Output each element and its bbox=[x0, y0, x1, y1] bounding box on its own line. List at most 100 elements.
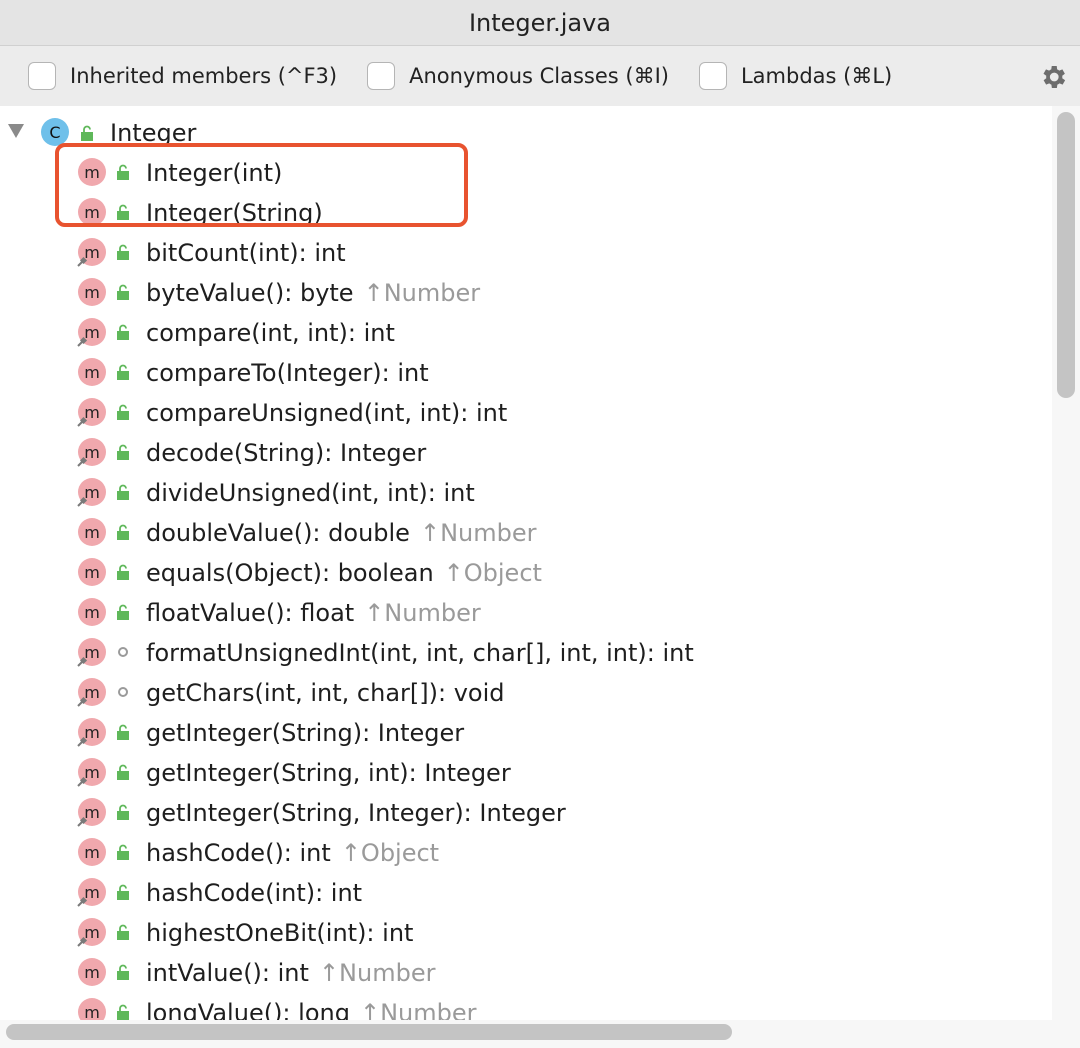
option-inherited-members[interactable]: Inherited members (^F3) bbox=[28, 62, 337, 90]
public-lock-icon bbox=[117, 724, 129, 740]
member-label: floatValue(): float ↑Number bbox=[146, 599, 481, 627]
member-row[interactable]: m compareTo(Integer): int bbox=[0, 352, 1052, 392]
member-signature: compare(int, int): int bbox=[146, 319, 395, 347]
method-icon-letter: m bbox=[84, 602, 100, 622]
member-row[interactable]: m formatUnsignedInt(int, int, char[], int… bbox=[0, 632, 1052, 672]
expand-triangle-icon[interactable] bbox=[8, 124, 24, 138]
method-icon: m bbox=[78, 598, 106, 626]
public-lock-icon bbox=[117, 244, 129, 260]
package-private-icon bbox=[118, 687, 128, 697]
class-icon-letter: C bbox=[49, 122, 61, 142]
member-row[interactable]: m Integer(int) bbox=[0, 152, 1052, 192]
method-icon-letter: m bbox=[84, 202, 100, 222]
member-label: divideUnsigned(int, int): int bbox=[146, 479, 475, 507]
public-lock-icon bbox=[117, 964, 129, 980]
member-row[interactable]: m compareUnsigned(int, int): int bbox=[0, 392, 1052, 432]
member-label: decode(String): Integer bbox=[146, 439, 426, 467]
structure-tree[interactable]: C Integer m Integer(int) m Integer(String) m… bbox=[0, 106, 1052, 1020]
lock-icon bbox=[81, 125, 93, 141]
member-signature: Integer(int) bbox=[146, 159, 283, 187]
static-pin-icon bbox=[77, 456, 88, 467]
member-row[interactable]: m getChars(int, int, char[]): void bbox=[0, 672, 1052, 712]
member-label: hashCode(int): int bbox=[146, 879, 362, 907]
member-label: Integer(int) bbox=[146, 159, 282, 187]
inherited-members-checkbox[interactable] bbox=[28, 62, 56, 90]
member-row[interactable]: m hashCode(): int ↑Object bbox=[0, 832, 1052, 872]
method-icon-letter: m bbox=[84, 962, 100, 982]
member-row[interactable]: m floatValue(): float ↑Number bbox=[0, 592, 1052, 632]
method-icon-letter: m bbox=[84, 282, 100, 302]
inherited-from-label: ↑Number bbox=[359, 999, 477, 1020]
member-row[interactable]: m equals(Object): boolean ↑Object bbox=[0, 552, 1052, 592]
member-signature: compareUnsigned(int, int): int bbox=[146, 399, 508, 427]
member-label: intValue(): int ↑Number bbox=[146, 959, 435, 987]
member-row[interactable]: m bitCount(int): int bbox=[0, 232, 1052, 272]
member-row[interactable]: m getInteger(String, Integer): Integer bbox=[0, 792, 1052, 832]
root-class-label: Integer bbox=[110, 119, 197, 147]
package-private-icon bbox=[118, 647, 128, 657]
member-row[interactable]: m decode(String): Integer bbox=[0, 432, 1052, 472]
member-label: Integer(String) bbox=[146, 199, 323, 227]
public-lock-icon bbox=[117, 284, 129, 300]
member-signature: divideUnsigned(int, int): int bbox=[146, 479, 475, 507]
inherited-from-label: ↑Object bbox=[340, 839, 440, 867]
member-row[interactable]: m getInteger(String): Integer bbox=[0, 712, 1052, 752]
inherited-from-label: ↑Number bbox=[318, 959, 436, 987]
member-signature: doubleValue(): double bbox=[146, 519, 410, 547]
method-icon: m bbox=[78, 278, 106, 306]
option-anonymous-classes[interactable]: Anonymous Classes (⌘I) bbox=[367, 62, 669, 90]
public-lock-icon bbox=[117, 804, 129, 820]
member-row[interactable]: m divideUnsigned(int, int): int bbox=[0, 472, 1052, 512]
member-signature: getInteger(String, int): Integer bbox=[146, 759, 511, 787]
member-label: hashCode(): int ↑Object bbox=[146, 839, 439, 867]
member-row[interactable]: m compare(int, int): int bbox=[0, 312, 1052, 352]
member-row[interactable]: m hashCode(int): int bbox=[0, 872, 1052, 912]
public-lock-icon bbox=[117, 364, 129, 380]
member-signature: byteValue(): byte bbox=[146, 279, 354, 307]
lambdas-checkbox[interactable] bbox=[698, 62, 727, 90]
public-lock-icon bbox=[117, 1004, 129, 1020]
member-signature: formatUnsignedInt(int, int, char[], int,… bbox=[146, 639, 694, 667]
public-lock-icon bbox=[117, 204, 129, 220]
member-row[interactable]: m highestOneBit(int): int bbox=[0, 912, 1052, 952]
public-lock-icon bbox=[117, 524, 129, 540]
member-row[interactable]: m Integer(String) bbox=[0, 192, 1052, 232]
member-signature: highestOneBit(int): int bbox=[146, 919, 414, 947]
member-label: equals(Object): boolean ↑Object bbox=[146, 559, 542, 587]
class-icon: C bbox=[41, 118, 69, 146]
gear-icon[interactable] bbox=[1038, 62, 1068, 92]
member-signature: intValue(): int bbox=[146, 959, 309, 987]
member-signature: getInteger(String): Integer bbox=[146, 719, 465, 747]
method-icon-letter: m bbox=[84, 362, 100, 382]
member-signature: hashCode(int): int bbox=[146, 879, 363, 907]
method-icon-letter: m bbox=[84, 522, 100, 542]
member-label: bitCount(int): int bbox=[146, 239, 346, 267]
member-label: byteValue(): byte ↑Number bbox=[146, 279, 480, 307]
public-lock-icon bbox=[117, 844, 129, 860]
member-row[interactable]: m intValue(): int ↑Number bbox=[0, 952, 1052, 992]
option-lambdas[interactable]: Lambdas (⌘L) bbox=[698, 62, 892, 90]
member-label: highestOneBit(int): int bbox=[146, 919, 413, 947]
window-title: Integer.java bbox=[468, 8, 612, 37]
vertical-scrollbar[interactable] bbox=[1052, 106, 1080, 1020]
public-lock-icon bbox=[117, 884, 129, 900]
anonymous-classes-checkbox[interactable] bbox=[367, 62, 396, 90]
member-signature: floatValue(): float bbox=[146, 599, 355, 627]
member-label: longValue(): long ↑Number bbox=[146, 999, 476, 1020]
static-pin-icon bbox=[77, 416, 88, 427]
method-icon: m bbox=[78, 558, 106, 586]
vertical-scrollbar-thumb[interactable] bbox=[1057, 112, 1075, 398]
public-lock-icon bbox=[117, 164, 129, 180]
horizontal-scrollbar-thumb[interactable] bbox=[6, 1024, 732, 1040]
horizontal-scrollbar[interactable] bbox=[0, 1020, 1080, 1048]
tree-root-row[interactable]: C Integer bbox=[0, 112, 1052, 152]
method-icon-letter: m bbox=[84, 842, 100, 862]
public-lock-icon bbox=[117, 324, 129, 340]
member-row[interactable]: m doubleValue(): double ↑Number bbox=[0, 512, 1052, 552]
member-row[interactable]: m getInteger(String, int): Integer bbox=[0, 752, 1052, 792]
public-lock-icon bbox=[117, 924, 129, 940]
member-row[interactable]: m byteValue(): byte ↑Number bbox=[0, 272, 1052, 312]
public-lock-icon bbox=[117, 604, 129, 620]
member-signature: bitCount(int): int bbox=[146, 239, 346, 267]
member-row[interactable]: m longValue(): long ↑Number bbox=[0, 992, 1052, 1020]
